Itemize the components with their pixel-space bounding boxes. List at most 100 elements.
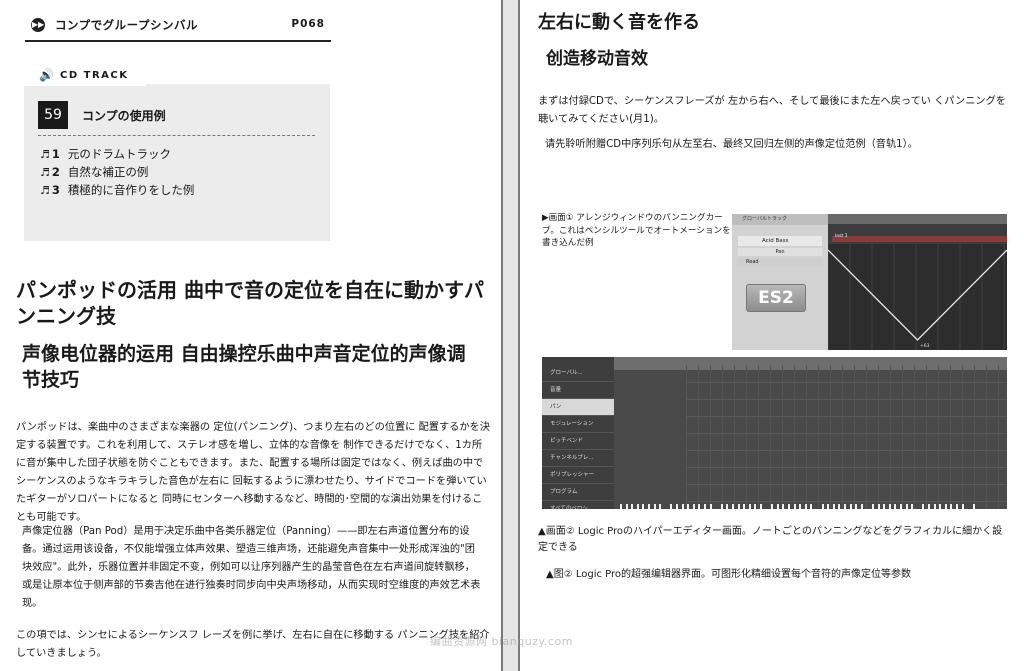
lane-row — [686, 382, 1007, 400]
lane-label[interactable]: 音量 — [542, 382, 614, 399]
lane-list: グローバル... 音量 パン モジュレーション ピッチベンド チャンネルプレ... ポリプレ… — [542, 357, 614, 509]
es2-plugin-logo: ES2 — [746, 284, 806, 312]
figure-caption-1: ▶画面① アレンジウィンドウのパンニングカーブ。これはペンシルツールでオートメー… — [542, 213, 731, 248]
lane-row — [686, 365, 1007, 383]
track-name: Acid Bass — [738, 236, 822, 246]
track-number-badge: 59 — [38, 101, 68, 129]
velocity-bar — [793, 504, 796, 509]
velocity-bar — [631, 504, 634, 509]
automation-mode: Read — [738, 258, 822, 266]
velocity-bar — [709, 504, 712, 509]
lane-label[interactable]: ピッチベンド — [542, 433, 614, 450]
velocity-bar — [860, 504, 863, 509]
section-title-japanese: 左右に動く音を作る — [538, 12, 700, 33]
velocity-bar — [754, 504, 757, 509]
paragraph-japanese: まずは付録CDで、シーケンスフレーズが 左から右へ、そして最後にまた左へ戻ってい… — [538, 96, 1006, 125]
music-note-icon: ♬ — [40, 148, 50, 161]
hyper-editor-screenshot: グローバル... 音量 パン モジュレーション ピッチベンド チャンネルプレ... ポリプレ… — [542, 357, 1007, 509]
velocity-bar — [883, 504, 886, 509]
velocity-bar — [760, 504, 762, 509]
track-item: ♬ 2 自然な補正の例 — [40, 164, 148, 180]
velocity-bar — [692, 504, 695, 509]
velocity-bar — [776, 504, 779, 509]
velocity-bar — [827, 504, 830, 509]
velocity-bar — [905, 504, 908, 509]
section-title-chinese: 创造移动音效 — [546, 49, 648, 69]
velocity-bar — [788, 504, 790, 509]
lane-row — [686, 433, 1007, 451]
velocity-bar — [961, 504, 964, 509]
page-number: P068 — [291, 18, 325, 30]
velocity-bar — [687, 504, 690, 509]
track-item: ♬ 3 積極的に音作りをした例 — [40, 182, 194, 198]
velocity-bar — [849, 504, 852, 509]
paragraph-chinese: 请先聆听附赠CD中序列乐句从左至右、最终又回归左侧的声像定位范例（音轨1）。 — [545, 139, 918, 150]
velocity-bar — [720, 504, 723, 509]
track-item-text: 積極的に音作りをした例 — [67, 183, 195, 197]
velocity-bar — [648, 504, 650, 509]
velocity-bar — [894, 504, 897, 509]
timeline-ruler — [828, 214, 1007, 224]
divider — [38, 135, 315, 136]
figure-caption-2-chinese: ▲图② Logic Pro的超强编辑器界面。可图形化精细设置每个音符的声像定位等… — [546, 569, 912, 580]
velocity-bar — [939, 504, 942, 509]
lane-label[interactable]: プログラム — [542, 484, 614, 501]
velocity-bar — [900, 504, 902, 509]
velocity-bar — [698, 504, 701, 509]
velocity-bar — [676, 504, 678, 509]
page-header: ▶▶ コンプでグループシンバル P068 — [25, 12, 331, 42]
pan-automation-curve: +63 — [827, 244, 1007, 350]
lane-row — [686, 416, 1007, 434]
lane-row — [686, 467, 1007, 485]
velocity-bar — [944, 504, 947, 509]
music-note-icon: ♬ — [40, 166, 50, 179]
lane-label[interactable]: ポリプレッシャー — [542, 467, 614, 484]
velocity-bar — [911, 504, 914, 509]
velocity-bar — [670, 504, 673, 509]
automation-lane: +63 — [827, 244, 1007, 350]
lane-label[interactable]: モジュレーション — [542, 416, 614, 433]
velocity-bar — [620, 504, 622, 509]
header-title: コンプでグループシンバル — [55, 18, 198, 32]
velocity-bar — [933, 504, 936, 509]
lane-label[interactable]: パン — [542, 399, 614, 416]
hyper-editor-grid — [614, 365, 1007, 509]
midi-region — [832, 236, 1007, 242]
music-note-icon: ♬ — [40, 184, 50, 197]
lane-row — [686, 484, 1007, 502]
velocity-bar — [877, 504, 880, 509]
left-page: ▶▶ コンプでグループシンバル P068 59 コンプの使用例 ♬ 1 元のドラムト… — [0, 0, 503, 671]
lane-row — [686, 501, 1007, 509]
velocity-bar — [636, 504, 639, 509]
track-title: コンプの使用例 — [82, 109, 166, 123]
figure-caption-2-japanese: ▲画面② Logic Proのハイパーエディター画面。ノートごとのパンニングなど… — [538, 526, 1003, 553]
velocity-bar — [844, 504, 846, 509]
velocity-bar — [872, 504, 874, 509]
heading-japanese: パンポッドの活用 曲中で音の定位を自在に動かすパンニング技 — [16, 278, 484, 328]
cd-track-tab: 🔊 CD TRACK — [24, 68, 146, 86]
track-item-number: 2 — [51, 165, 60, 179]
velocity-bar — [950, 504, 953, 509]
region-label: Inst 1 — [835, 234, 848, 239]
velocity-bar — [704, 504, 706, 509]
paragraph-japanese: パンポッドは、楽曲中のさまざまな楽器の 定位(パンニング)、つまり左右のどの位置… — [16, 422, 490, 523]
lane-label[interactable]: グローバル... — [542, 365, 614, 382]
lane-label[interactable]: チャンネルプレ... — [542, 450, 614, 467]
velocity-bar — [642, 504, 645, 509]
velocity-bar — [782, 504, 785, 509]
heading-chinese: 声像电位器的运用 自由操控乐曲中声音定位的声像调节技巧 — [22, 343, 466, 391]
velocity-bar — [922, 504, 925, 509]
velocity-bar — [737, 504, 740, 509]
velocity-bar — [855, 504, 858, 509]
lane-label[interactable]: すべてのベロシ... — [542, 501, 614, 509]
velocity-bar — [810, 504, 813, 509]
velocity-bar — [821, 504, 824, 509]
velocity-bar — [659, 504, 662, 509]
velocity-bar — [771, 504, 774, 509]
cd-track-label: CD TRACK — [60, 70, 129, 81]
velocity-bar — [838, 504, 841, 509]
velocity-bar — [743, 504, 746, 509]
velocity-bar — [681, 504, 684, 509]
track-item-text: 元のドラムトラック — [67, 147, 172, 161]
velocity-bar — [972, 504, 975, 509]
